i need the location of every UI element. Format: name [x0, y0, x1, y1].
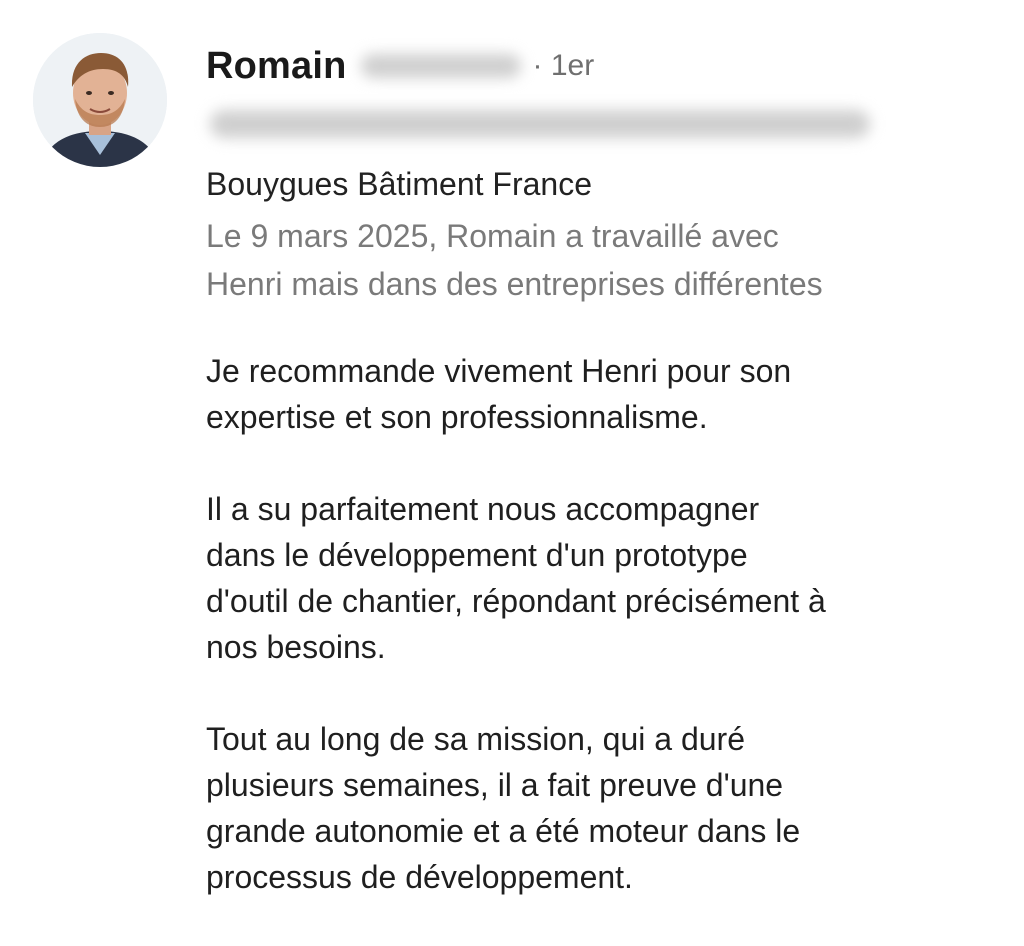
redacted-surname [360, 54, 521, 78]
recommendation-paragraph: Tout au long de sa mission, qui a duré p… [206, 721, 801, 895]
author-name-row: Romain · 1er [206, 36, 996, 96]
author-company: Bouygues Bâtiment France [206, 166, 592, 202]
recommendation-content: Romain · 1er Bouygues Bâtiment France Le… [206, 36, 996, 946]
avatar-photo-icon [33, 33, 167, 167]
recommendation-card: Romain · 1er Bouygues Bâtiment France Le… [0, 0, 1024, 923]
connection-degree-badge: · 1er [532, 49, 595, 82]
author-name[interactable]: Romain [206, 45, 347, 88]
recommendation-text: Je recommande vivement Henri pour son ex… [206, 348, 996, 900]
relationship-line: Henri mais dans des entreprises différen… [206, 266, 823, 302]
redacted-headline [210, 110, 870, 138]
relationship-line: Le 9 mars 2025, Romain a travaillé avec [206, 218, 779, 254]
author-avatar[interactable] [33, 33, 167, 167]
recommendation-paragraph: Je recommande vivement Henri pour son ex… [206, 353, 792, 435]
recommendation-paragraph: Il a su parfaitement nous accompagner da… [206, 491, 826, 665]
relationship-context: Le 9 mars 2025, Romain a travaillé avec … [206, 212, 996, 308]
